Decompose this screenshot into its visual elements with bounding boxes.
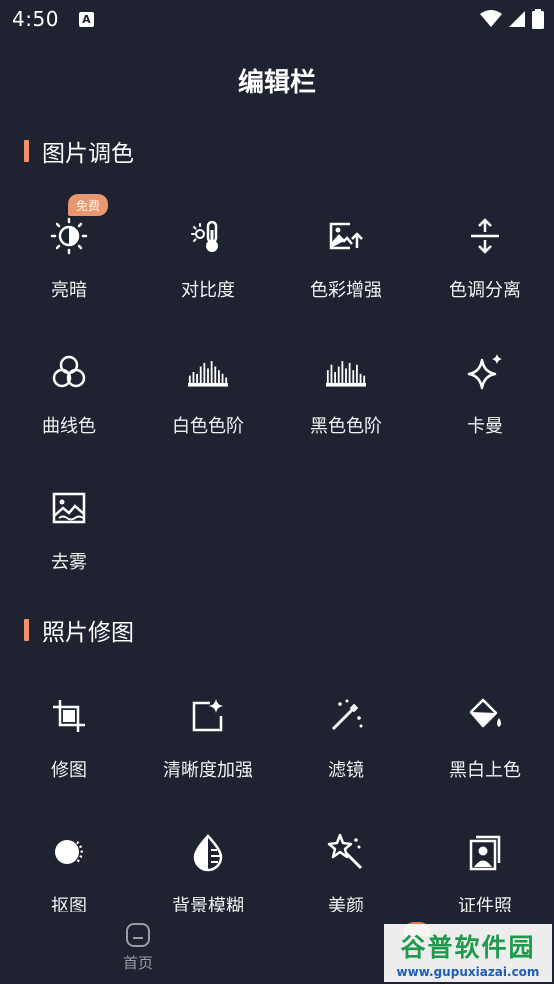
sharpen-frame-icon — [188, 696, 228, 736]
histogram-icon — [326, 352, 366, 392]
tool-label: 滤镜 — [328, 760, 364, 781]
tool-contrast[interactable]: 对比度 — [139, 200, 277, 320]
section-header-color: 图片调色 — [24, 134, 134, 168]
notification-icon: A — [78, 11, 94, 27]
tool-sharpen[interactable]: 清晰度加强 — [139, 680, 277, 800]
wifi-icon — [480, 10, 502, 27]
tool-kaman[interactable]: 卡曼 — [416, 336, 554, 456]
split-arrows-icon — [465, 216, 505, 256]
status-time: 4:50 — [12, 7, 59, 31]
magic-wand-icon — [326, 696, 366, 736]
tool-label: 亮暗 — [51, 280, 87, 301]
cutout-circle-icon — [49, 832, 89, 872]
tool-label: 对比度 — [181, 280, 235, 301]
tool-label: 色调分离 — [449, 280, 521, 301]
tool-label: 黑白上色 — [449, 760, 521, 781]
paint-bucket-icon — [465, 696, 505, 736]
page-title: 编辑栏 — [237, 68, 316, 98]
nav-home-button[interactable]: 首页 — [106, 922, 170, 973]
section-title: 照片修图 — [42, 620, 134, 646]
section-header-retouch: 照片修图 — [24, 613, 134, 647]
tool-color-enhance[interactable]: 色彩增强 — [277, 200, 415, 320]
thermometer-sun-icon — [188, 216, 228, 256]
tool-white-levels[interactable]: 白色色阶 — [139, 336, 277, 456]
tool-label: 去雾 — [51, 552, 87, 573]
watermark-url: www.gupuxiazai.com — [396, 964, 540, 979]
status-icons — [480, 9, 544, 29]
color-circles-icon — [49, 352, 89, 392]
status-bar: 4:50 A — [0, 0, 554, 38]
section-accent-bar — [24, 140, 29, 162]
tool-filter[interactable]: 滤镜 — [277, 680, 415, 800]
histogram-icon — [188, 352, 228, 392]
image-enhance-icon — [326, 216, 366, 256]
home-icon — [126, 923, 150, 947]
sparkle-icon — [465, 352, 505, 392]
tool-label: 黑色色阶 — [310, 416, 382, 437]
battery-icon — [532, 9, 544, 29]
tool-tone-split[interactable]: 色调分离 — [416, 200, 554, 320]
section-accent-bar — [24, 619, 29, 641]
nav-home-label: 首页 — [122, 954, 153, 972]
blur-drop-icon — [188, 832, 228, 872]
tool-label: 曲线色 — [42, 416, 96, 437]
dehaze-image-icon — [49, 488, 89, 528]
tool-label: 清晰度加强 — [163, 760, 253, 781]
watermark-title: 谷普软件园 — [400, 932, 536, 962]
beauty-wand-icon — [326, 832, 366, 872]
brightness-icon — [49, 216, 89, 256]
tool-dehaze[interactable]: 去雾 — [0, 472, 138, 592]
signal-icon — [509, 11, 525, 27]
tool-label: 卡曼 — [467, 416, 503, 437]
tool-label: 修图 — [51, 760, 87, 781]
free-badge: 免费 — [68, 194, 108, 216]
tool-black-levels[interactable]: 黑色色阶 — [277, 336, 415, 456]
crop-icon — [49, 696, 89, 736]
watermark-logo: 谷普软件园 www.gupuxiazai.com — [384, 924, 552, 982]
tool-label: 白色色阶 — [172, 416, 244, 437]
tool-label: 色彩增强 — [310, 280, 382, 301]
tool-retouch[interactable]: 修图 — [0, 680, 138, 800]
tool-brightness[interactable]: 亮暗 — [0, 200, 138, 320]
tool-curves[interactable]: 曲线色 — [0, 336, 138, 456]
section-title: 图片调色 — [42, 141, 134, 167]
tool-colorize[interactable]: 黑白上色 — [416, 680, 554, 800]
id-photo-icon — [465, 832, 505, 872]
